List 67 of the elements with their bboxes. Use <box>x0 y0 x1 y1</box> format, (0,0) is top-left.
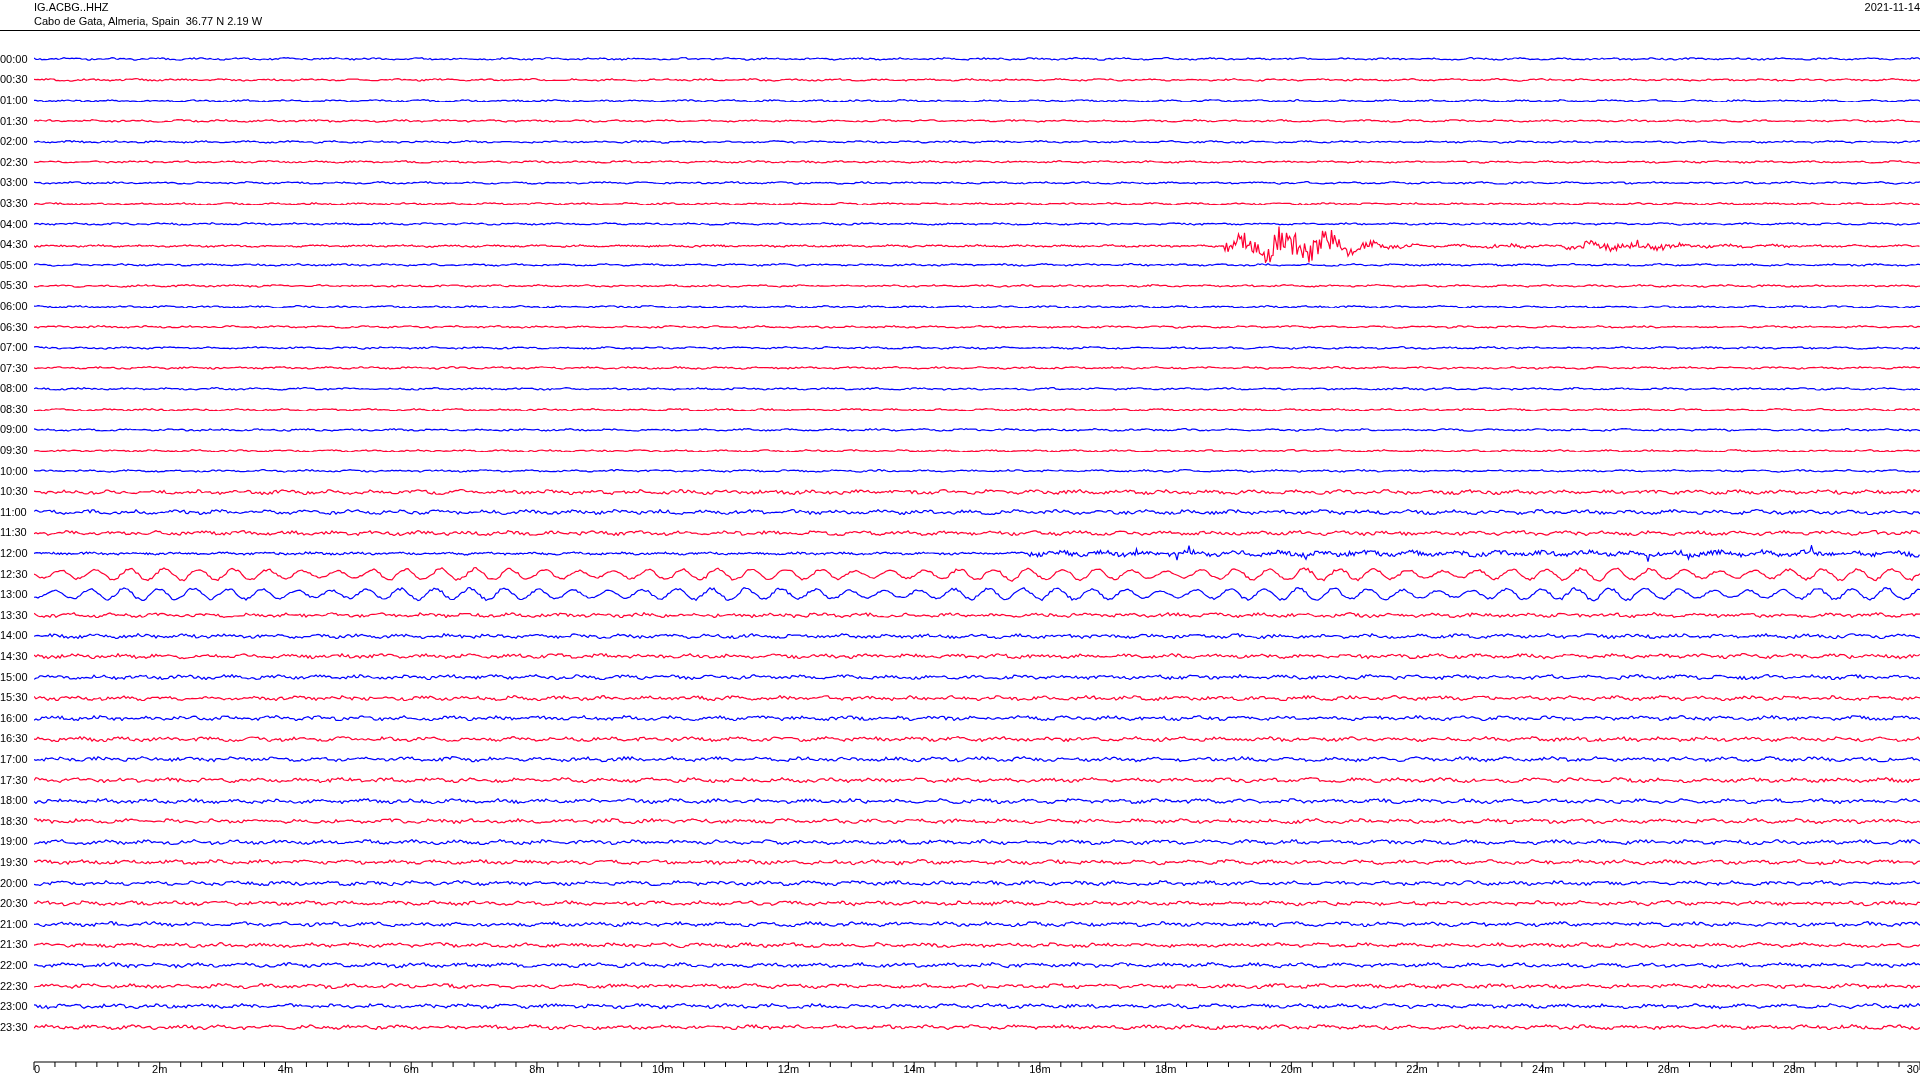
time-label: 13:30 <box>0 609 29 621</box>
time-label: 20:30 <box>0 898 29 910</box>
time-label: 08:30 <box>0 403 29 415</box>
time-label: 14:30 <box>0 651 29 662</box>
time-label: 05:30 <box>0 280 29 292</box>
time-label: 01:30 <box>0 115 29 127</box>
time-label: 01:00 <box>0 95 29 106</box>
time-label: 12:00 <box>0 548 29 560</box>
time-label: 15:00 <box>0 671 29 683</box>
axis-label: 28m <box>1783 1062 1805 1075</box>
axis-label: 18m <box>1154 1062 1177 1075</box>
time-label: 11:30 <box>0 527 28 539</box>
time-label: 21:00 <box>0 918 29 930</box>
axis-label: 12m <box>777 1062 800 1075</box>
time-label: 16:30 <box>0 733 29 745</box>
time-label: 10:00 <box>0 465 29 477</box>
time-label: 07:00 <box>0 342 29 354</box>
time-label: 19:30 <box>0 856 29 868</box>
time-label: 04:30 <box>0 239 29 251</box>
time-label: 18:30 <box>0 815 29 827</box>
time-label: 19:00 <box>0 836 29 848</box>
time-label: 14:00 <box>0 630 29 642</box>
time-label: 23:00 <box>0 1001 29 1013</box>
time-label: 02:00 <box>0 136 29 148</box>
axis-label: 8m <box>529 1062 545 1075</box>
time-label: 22:00 <box>0 959 29 971</box>
time-label: 02:30 <box>0 156 29 168</box>
time-label: 10:30 <box>0 486 29 498</box>
time-label: 13:00 <box>0 589 29 601</box>
axis-label: 2m <box>152 1062 168 1075</box>
axis-label: 4m <box>277 1062 294 1075</box>
time-label: 08:00 <box>0 383 29 395</box>
time-label: 09:00 <box>0 424 29 436</box>
time-label: 23:30 <box>0 1021 29 1033</box>
time-label: 16:00 <box>0 712 29 724</box>
time-label: 00:30 <box>0 74 29 86</box>
axis-label: 30 <box>1906 1062 1919 1075</box>
station-code: IG.ACBG..HHZ <box>34 0 110 14</box>
axis-label: 20m <box>1280 1062 1303 1075</box>
axis-label: 6m <box>403 1062 419 1075</box>
time-label: 04:00 <box>0 218 29 230</box>
axis-label: 14m <box>903 1062 925 1075</box>
time-label: 21:30 <box>0 939 29 951</box>
axis-label: 10m <box>651 1062 674 1075</box>
time-label: 03:00 <box>0 177 29 189</box>
axis-label: 0 <box>34 1062 41 1075</box>
time-label: 20:00 <box>0 877 29 889</box>
plot-date: 2021-11-14 <box>1864 0 1920 15</box>
station-location: Cabo de Gata, Almeria, Spain 36.77 N 2.19 W <box>34 14 263 28</box>
axis-label: 26m <box>1657 1062 1680 1075</box>
axis-label: 22m <box>1406 1062 1428 1075</box>
time-label: 15:30 <box>0 692 29 704</box>
time-label: 17:00 <box>0 754 29 765</box>
time-label: 22:30 <box>0 980 29 992</box>
time-label: 00:00 <box>0 53 29 65</box>
time-label: 11:00 <box>0 506 28 518</box>
axis-label: 24m <box>1532 1062 1554 1075</box>
time-label: 17:30 <box>0 774 29 786</box>
time-label: 07:30 <box>0 362 29 374</box>
time-label: 06:30 <box>0 321 29 333</box>
axis-label: 16m <box>1029 1062 1051 1075</box>
time-label: 03:30 <box>0 197 29 209</box>
time-label: 05:00 <box>0 259 29 271</box>
time-label: 18:00 <box>0 795 29 807</box>
time-label: 12:30 <box>0 568 29 580</box>
time-label: 06:00 <box>0 300 29 312</box>
time-label: 09:30 <box>0 445 29 457</box>
